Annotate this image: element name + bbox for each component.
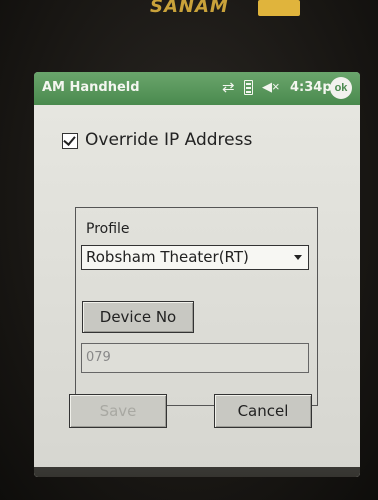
- device-no-button[interactable]: Device No: [82, 301, 194, 333]
- connectivity-x-icon[interactable]: ⇄: [222, 78, 235, 96]
- device-screen: AM Handheld ⇄ ◀× 4:34p ok Override IP Ad…: [34, 72, 360, 477]
- device-no-value: 079: [86, 350, 111, 365]
- profile-group: Profile Robsham Theater(RT) Device No 07…: [75, 207, 318, 406]
- save-button[interactable]: Save: [69, 394, 167, 428]
- ok-button[interactable]: ok: [330, 77, 352, 99]
- speaker-mute-icon[interactable]: ◀×: [262, 79, 280, 95]
- device-bezel: SANAM AM Handheld ⇄ ◀× 4:34p ok Override…: [0, 0, 378, 500]
- chevron-down-icon[interactable]: [294, 255, 302, 260]
- status-bar: AM Handheld ⇄ ◀× 4:34p ok: [34, 72, 360, 105]
- profile-select[interactable]: Robsham Theater(RT): [81, 245, 309, 270]
- cancel-button[interactable]: Cancel: [214, 394, 312, 428]
- battery-icon[interactable]: [244, 80, 253, 95]
- brand-badge: [258, 0, 300, 16]
- taskbar: [34, 467, 360, 477]
- override-ip-label[interactable]: Override IP Address: [85, 130, 252, 150]
- app-title: AM Handheld: [42, 80, 140, 95]
- device-no-field[interactable]: 079: [81, 343, 309, 373]
- profile-select-value: Robsham Theater(RT): [86, 248, 249, 266]
- device-brand: SANAM: [150, 0, 229, 17]
- clock[interactable]: 4:34p: [290, 80, 332, 95]
- profile-label: Profile: [86, 221, 130, 237]
- override-ip-checkbox[interactable]: [62, 133, 78, 149]
- form-content: Override IP Address Profile Robsham Thea…: [34, 105, 360, 477]
